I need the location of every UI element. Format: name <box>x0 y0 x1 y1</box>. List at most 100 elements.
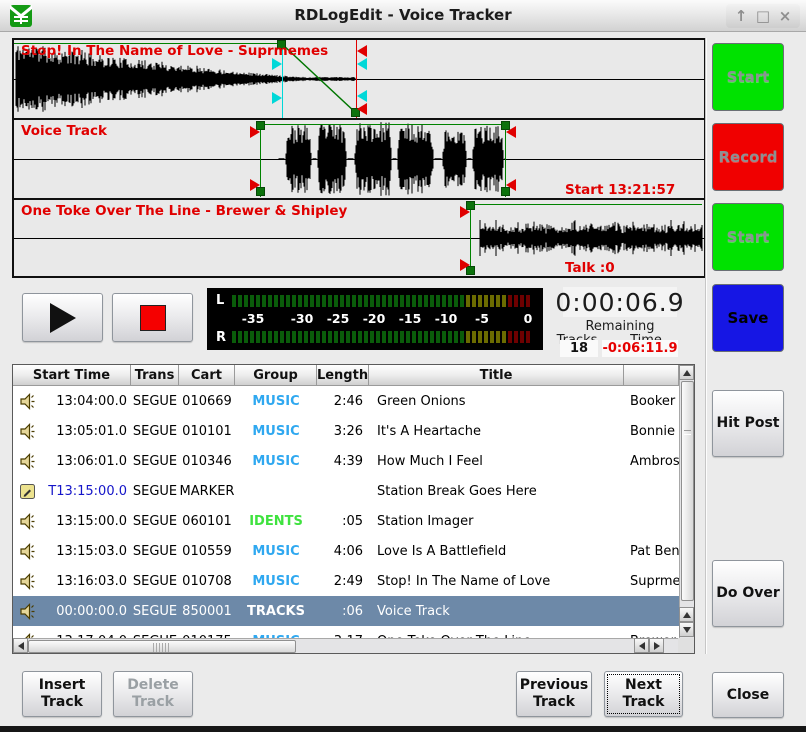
start-track3-button[interactable]: Start <box>712 203 784 271</box>
start-track1-button[interactable]: Start <box>712 43 784 111</box>
stop-icon <box>140 305 166 331</box>
log-column-header[interactable]: Title <box>369 365 624 386</box>
log-column-header[interactable]: Group <box>235 365 317 386</box>
maximize-window-icon[interactable]: □ <box>752 7 774 25</box>
right-meter-segment <box>382 331 386 343</box>
log-row[interactable]: 13:04:00.0SEGUE010669MUSIC2:46Green Onio… <box>13 386 679 416</box>
trans-cell: SEGUE <box>131 544 179 559</box>
title-cell: How Much I Feel <box>369 454 624 469</box>
end-marker-arrow[interactable] <box>357 45 367 57</box>
left-meter-segment <box>394 295 398 307</box>
log-row[interactable]: 13:06:01.0SEGUE010346MUSIC4:39How Much I… <box>13 446 679 476</box>
segue-marker-arrow[interactable] <box>272 58 282 70</box>
left-meter-segment <box>280 295 284 307</box>
right-meter-segment <box>358 331 362 343</box>
insert-track-button[interactable]: Insert Track <box>22 671 102 717</box>
segue-marker-arrow[interactable] <box>357 90 367 102</box>
end-marker-arrow[interactable] <box>506 126 516 138</box>
segue-marker-arrow[interactable] <box>272 92 282 104</box>
waveform-panel[interactable]: Stop! In The Name of Love - Suprmemes Vo… <box>12 38 706 278</box>
meter-scale-label: -30 <box>291 311 314 326</box>
start-time-cell: T13:15:00.0 <box>41 484 131 499</box>
end-marker-arrow[interactable] <box>357 103 367 115</box>
right-meter-segment <box>466 331 470 343</box>
close-button[interactable]: Close <box>712 672 784 718</box>
left-meter-segment <box>268 295 272 307</box>
previous-track-button[interactable]: Previous Track <box>516 671 592 717</box>
remaining-label: Remaining <box>563 319 677 334</box>
panel-divider <box>705 38 707 654</box>
scroll-down-button[interactable] <box>679 622 694 637</box>
log-column-header[interactable]: Start Time <box>13 365 131 386</box>
horizontal-scrollbar[interactable] <box>13 638 679 653</box>
left-meter-segment <box>370 295 374 307</box>
do-over-button[interactable]: Do Over <box>712 560 784 627</box>
horizontal-scroll-thumb[interactable] <box>28 640 296 653</box>
scroll-left-button-2[interactable] <box>634 638 649 653</box>
start-time-cell: 00:00:00.0 <box>41 604 131 619</box>
left-meter-segment <box>502 295 506 307</box>
start-time-cell: 13:05:01.0 <box>41 424 131 439</box>
group-cell: TRACKS <box>235 604 317 619</box>
track3-start-line[interactable] <box>470 201 471 275</box>
scrollbar-corner <box>678 638 694 653</box>
log-row[interactable]: 00:00:00.0SEGUE850001TRACKS:06Voice Trac… <box>13 596 679 626</box>
log-column-header[interactable]: Cart <box>179 365 235 386</box>
artist-cell: Suprmemes <box>624 574 679 589</box>
arrow-right-icon <box>654 642 660 650</box>
log-row[interactable]: 13:17:04.0SEGUE010175MUSIC3:17One Toke O… <box>13 626 679 638</box>
titlebar[interactable]: RDLogEdit - Voice Tracker ↑ □ × <box>0 0 806 32</box>
vertical-scroll-thumb[interactable] <box>681 381 694 601</box>
log-row[interactable]: 13:16:03.0SEGUE010708MUSIC2:49Stop! In T… <box>13 566 679 596</box>
track3-gain-line[interactable] <box>470 204 702 205</box>
start-marker-arrow[interactable] <box>250 126 260 138</box>
segue-marker-arrow[interactable] <box>357 58 367 70</box>
log-column-header[interactable] <box>624 365 679 386</box>
record-button[interactable]: Record <box>712 123 784 191</box>
artist-cell: Ambrosia <box>624 454 679 469</box>
right-meter-segment <box>238 331 242 343</box>
play-button[interactable] <box>22 293 103 342</box>
close-window-icon[interactable]: × <box>774 7 796 25</box>
speaker-icon <box>13 573 41 590</box>
right-meter-segment <box>298 331 302 343</box>
shade-window-icon[interactable]: ↑ <box>730 7 752 25</box>
left-meter-segment <box>262 295 266 307</box>
right-meter-segment <box>430 331 434 343</box>
vertical-scrollbar[interactable] <box>679 365 694 638</box>
left-meter-segment <box>358 295 362 307</box>
log-event-list[interactable]: Start TimeTransCartGroupLengthTitle 13:0… <box>12 364 695 654</box>
trans-cell: SEGUE <box>131 394 179 409</box>
log-column-header[interactable]: Length <box>317 365 369 386</box>
start-marker-arrow[interactable] <box>460 206 470 218</box>
right-meter-segment <box>454 331 458 343</box>
start-marker-arrow[interactable] <box>250 179 260 191</box>
delete-track-button[interactable]: Delete Track <box>113 671 193 717</box>
log-column-header[interactable]: Trans <box>131 365 179 386</box>
end-marker-arrow[interactable] <box>506 179 516 191</box>
log-row[interactable]: 13:15:03.0SEGUE010559MUSIC4:06Love Is A … <box>13 536 679 566</box>
right-meter-segment <box>424 331 428 343</box>
arrow-left-icon <box>639 642 645 650</box>
scroll-left-button[interactable] <box>13 638 28 653</box>
left-meter-segment <box>430 295 434 307</box>
scroll-up-button-2[interactable] <box>679 607 694 622</box>
right-meter-segment <box>286 331 290 343</box>
left-meter-segment <box>484 295 488 307</box>
right-meter-segment <box>334 331 338 343</box>
scroll-right-button[interactable] <box>649 638 664 653</box>
log-row[interactable]: T13:15:00.0SEGUEMARKERStation Break Goes… <box>13 476 679 506</box>
hit-post-button[interactable]: Hit Post <box>712 390 784 457</box>
next-track-button[interactable]: Next Track <box>604 671 683 717</box>
track2-start-line[interactable] <box>260 121 261 197</box>
right-meter-segment <box>472 331 476 343</box>
scroll-up-button[interactable] <box>679 365 694 380</box>
track2-gain-line[interactable] <box>260 124 506 125</box>
tracks-remaining-value: 18 <box>560 340 598 357</box>
window-controls: ↑ □ × <box>726 4 800 28</box>
start-marker-arrow[interactable] <box>460 259 470 271</box>
log-row[interactable]: 13:05:01.0SEGUE010101MUSIC3:26It's A Hea… <box>13 416 679 446</box>
log-row[interactable]: 13:15:00.0SEGUE060101IDENTS:05Station Im… <box>13 506 679 536</box>
stop-button[interactable] <box>112 293 193 342</box>
save-button[interactable]: Save <box>712 284 784 352</box>
